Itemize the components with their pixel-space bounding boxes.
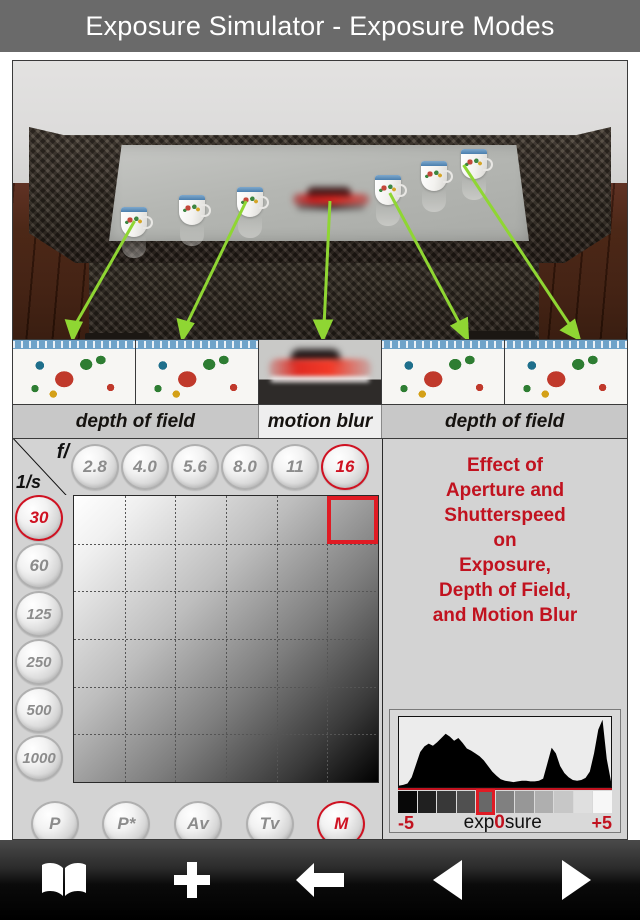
simulator-controls: f/ 1/s 2.8 4.0 5.6 8.0 11 16 30 60 125 2… (13, 439, 383, 839)
ramp-segment[interactable] (515, 791, 535, 813)
mode-button-row: P P* Av Tv M (19, 801, 377, 839)
label-depth-of-field-left: depth of field (13, 405, 259, 438)
mode-button-Tv[interactable]: Tv (245, 801, 294, 839)
thumbnail-cup-detail-3[interactable] (382, 340, 505, 404)
shutter-button-125[interactable]: 125 (15, 591, 63, 637)
toolbar-back-button[interactable] (256, 840, 384, 920)
content-card: depth of field motion blur depth of fiel… (12, 60, 628, 840)
back-arrow-icon (296, 863, 344, 897)
previous-triangle-icon (433, 860, 462, 900)
shutter-button-60[interactable]: 60 (15, 543, 63, 589)
thumbnail-blurred-car[interactable] (259, 340, 382, 404)
app-root: Exposure Simulator - Exposure Modes dept… (0, 0, 640, 920)
thumbnail-cup-detail-1[interactable] (13, 340, 136, 404)
histogram-center-label: exp0sure (463, 812, 542, 833)
mode-button-P[interactable]: P (30, 801, 79, 839)
effect-line-2: Aperture and (445, 480, 565, 502)
ramp-segment[interactable] (554, 791, 574, 813)
ramp-segment[interactable] (573, 791, 594, 813)
title-bar: Exposure Simulator - Exposure Modes (0, 0, 640, 52)
next-triangle-icon (562, 860, 591, 900)
effect-line-7: and Motion Blur (432, 605, 578, 627)
aperture-button-16[interactable]: 16 (321, 444, 369, 490)
book-icon (42, 863, 86, 896)
effect-description: Effect of Aperture and Shutterspeed on E… (383, 453, 627, 629)
shutter-axis-label: 1/s (16, 472, 42, 492)
histogram-plot (398, 716, 612, 788)
effect-line-1: Effect of (467, 455, 543, 476)
shutter-button-1000[interactable]: 1000 (15, 735, 63, 781)
grid-hline (74, 686, 378, 688)
aperture-button-4.0[interactable]: 4.0 (121, 444, 169, 490)
main-photo (13, 61, 627, 339)
thumbnail-cup-detail-4[interactable] (505, 340, 627, 404)
histogram-baseline (398, 788, 612, 790)
effect-line-3: Shutterspeed (444, 505, 566, 527)
grid-hline (74, 639, 378, 640)
shutter-button-250[interactable]: 250 (15, 639, 63, 685)
ramp-segment[interactable] (495, 791, 516, 813)
ramp-segment[interactable] (437, 791, 457, 813)
label-motion-blur: motion blur (258, 405, 383, 438)
effect-line-4: on (493, 530, 517, 552)
grid-hline (74, 734, 378, 736)
info-panel: Effect of Aperture and Shutterspeed on E… (383, 439, 627, 839)
histogram-axis-labels: -5 exp0sure +5 (398, 812, 612, 834)
histogram-curve (399, 719, 611, 787)
page-title: Exposure Simulator - Exposure Modes (85, 10, 555, 41)
exposure-simulator: f/ 1/s 2.8 4.0 5.6 8.0 11 16 30 60 125 2… (13, 439, 627, 839)
toolbar-previous-button[interactable] (384, 840, 512, 920)
ramp-segment[interactable] (534, 791, 555, 813)
ramp-segment[interactable] (417, 791, 438, 813)
ramp-segment[interactable] (398, 791, 418, 813)
mode-button-Av[interactable]: Av (173, 801, 222, 839)
plus-icon (174, 862, 210, 898)
ramp-segment[interactable] (456, 791, 477, 813)
histogram-max-label: +5 (591, 812, 612, 833)
ramp-segment[interactable] (593, 791, 613, 813)
filmstrip (13, 339, 627, 405)
aperture-button-2.8[interactable]: 2.8 (71, 444, 119, 490)
filmstrip-labels: depth of field motion blur depth of fiel… (13, 405, 627, 439)
aperture-button-row: 2.8 4.0 5.6 8.0 11 16 (71, 441, 369, 493)
aperture-axis-label: f/ (56, 441, 69, 463)
thumbnail-cup-detail-2[interactable] (136, 340, 259, 404)
label-depth-of-field-right: depth of field (382, 405, 627, 438)
toolbar-add-button[interactable] (128, 840, 256, 920)
histogram-panel: -5 exp0sure +5 (389, 709, 621, 833)
effect-line-5: Exposure, (459, 555, 551, 577)
exposure-grid[interactable] (73, 495, 379, 783)
shutter-button-column: 30 60 125 250 500 1000 (15, 495, 63, 781)
grid-hline (74, 543, 378, 545)
aperture-button-8.0[interactable]: 8.0 (221, 444, 269, 490)
annotation-arrows (64, 164, 581, 339)
toolbar-contents-button[interactable] (0, 840, 128, 920)
mode-button-M[interactable]: M (317, 801, 366, 839)
axis-corner: f/ 1/s (13, 439, 71, 495)
mode-button-P-star[interactable]: P* (102, 801, 151, 839)
toolbar-next-button[interactable] (512, 840, 640, 920)
effect-line-6: Depth of Field, (439, 580, 571, 602)
aperture-button-11[interactable]: 11 (271, 444, 319, 490)
aperture-button-5.6[interactable]: 5.6 (171, 444, 219, 490)
bottom-toolbar (0, 840, 640, 920)
shutter-button-500[interactable]: 500 (15, 687, 63, 733)
histogram-min-label: -5 (398, 812, 415, 833)
selected-exposure-cell[interactable] (327, 496, 378, 544)
exposure-ramp[interactable] (398, 791, 613, 813)
shutter-button-30[interactable]: 30 (15, 495, 63, 541)
grid-hline (74, 591, 378, 593)
